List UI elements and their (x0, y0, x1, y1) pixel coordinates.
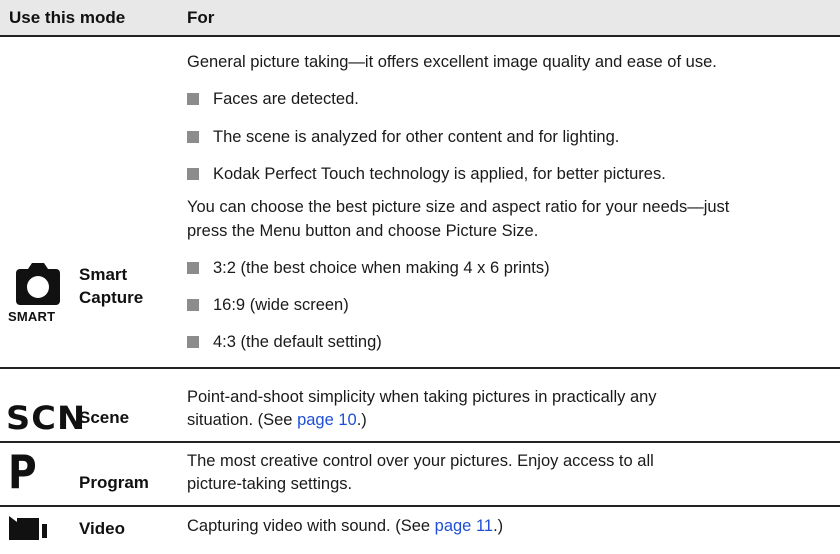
program-line2: picture-taking settings. (187, 475, 353, 493)
list-item: 16:9 (wide screen) (187, 294, 349, 316)
camera-icon (16, 263, 60, 305)
smart-intro: General picture taking—it offers excelle… (187, 53, 717, 71)
smart-size-line2: press the Menu button and choose Picture… (187, 222, 539, 240)
smart-size-line1: You can choose the best picture size and… (187, 198, 730, 216)
video-camera-icon (9, 516, 47, 540)
bullet-square-icon (187, 168, 199, 180)
mode-name-scene: Scene (79, 408, 130, 427)
bullet-square-icon (187, 299, 199, 311)
header-rule (0, 35, 840, 37)
list-item: Faces are detected. (187, 88, 359, 110)
header-mode: Use this mode (9, 8, 126, 27)
video-line: Capturing video with sound. (See page 11… (187, 517, 504, 535)
table-header: Use this mode For (0, 0, 840, 35)
scene-line2: situation. (See page 10.) (187, 411, 367, 429)
list-item: 4:3 (the default setting) (187, 331, 382, 353)
mode-name-smart-line2: Capture (79, 288, 144, 307)
row-rule (0, 367, 840, 369)
bullet-square-icon (187, 262, 199, 274)
mode-name-smart-line1: Smart (79, 265, 128, 284)
program-p-icon: P (8, 445, 37, 499)
bullet-square-icon (187, 131, 199, 143)
smart-icon-label: SMART (8, 309, 56, 324)
list-item: Kodak Perfect Touch technology is applie… (187, 163, 666, 185)
page-11-link[interactable]: page 11 (435, 517, 493, 535)
program-line1: The most creative control over your pict… (187, 452, 654, 470)
row-rule (0, 441, 840, 443)
mode-name-program: Program (79, 473, 149, 492)
bullet-square-icon (187, 93, 199, 105)
bullet-square-icon (187, 336, 199, 348)
list-item: The scene is analyzed for other content … (187, 126, 619, 148)
page-10-link[interactable]: page 10 (297, 411, 357, 429)
mode-name-video: Video (79, 519, 125, 538)
list-item: 3:2 (the best choice when making 4 x 6 p… (187, 257, 550, 279)
row-rule (0, 505, 840, 507)
scene-line1: Point-and-shoot simplicity when taking p… (187, 388, 657, 406)
header-for: For (187, 8, 215, 27)
scn-icon: SCN (6, 399, 87, 437)
